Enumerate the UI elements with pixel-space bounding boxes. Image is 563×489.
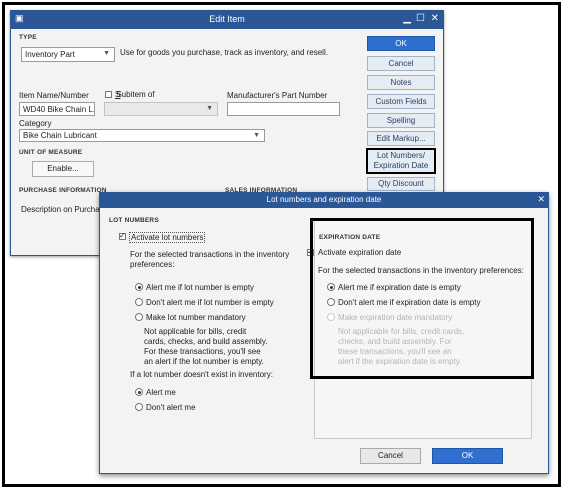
subitem-checkbox[interactable] <box>105 91 112 98</box>
edit-markup-button[interactable]: Edit Markup... <box>367 131 435 146</box>
edit-item-titlebar: ▣ Edit Item ▁ ☐ ✕ <box>11 11 443 29</box>
dialog-close-icon[interactable]: ✕ <box>537 194 545 205</box>
lot-intro-text: For the selected transactions in the inv… <box>130 250 290 269</box>
item-name-label: Item Name/Number <box>19 91 89 100</box>
lot-numbers-label-line2: Expiration Date <box>373 161 429 170</box>
close-icon[interactable]: ✕ <box>431 13 439 24</box>
item-name-field[interactable]: WD40 Bike Chain L... <box>19 102 95 116</box>
type-description: Use for goods you purchase, track as inv… <box>120 48 328 57</box>
manufacturer-part-field[interactable] <box>227 102 340 116</box>
minimize-icon[interactable]: ▁ <box>403 13 411 24</box>
lot-numbers-label-line1: Lot Numbers/ <box>376 151 426 160</box>
lot-numbers-expiration-button[interactable]: Lot Numbers/ Expiration Date <box>366 148 436 174</box>
lot-alert-me-label: Alert me <box>146 388 176 397</box>
lot-section-label: LOT NUMBERS <box>109 217 159 224</box>
enable-uom-button[interactable]: Enable... <box>32 161 94 177</box>
edit-item-title: Edit Item <box>209 14 245 24</box>
manufacturer-part-label: Manufacturer's Part Number <box>227 91 328 100</box>
ok-button[interactable]: OK <box>367 36 435 51</box>
lot-no-alert-label: Don't alert me if lot number is empty <box>146 298 274 307</box>
lot-no-alert-radio[interactable] <box>135 298 143 306</box>
dialog-cancel-button[interactable]: Cancel <box>360 448 421 464</box>
chevron-down-icon: ▼ <box>253 132 260 139</box>
dialog-titlebar: Lot numbers and expiration date ✕ <box>100 193 548 208</box>
subitem-label: SSubitem of <box>115 90 155 99</box>
custom-fields-button[interactable]: Custom Fields <box>367 94 435 109</box>
purchase-description-label: Description on Purchase <box>21 205 109 214</box>
lot-dont-alert-radio[interactable] <box>135 403 143 411</box>
lot-mandatory-note: Not applicable for bills, credit cards, … <box>144 327 268 366</box>
chevron-down-icon: ▼ <box>206 105 213 112</box>
activate-lot-label[interactable]: Activate lot numbers <box>129 232 206 243</box>
category-select[interactable]: Bike Chain Lubricant ▼ <box>19 129 265 142</box>
type-select[interactable]: Inventory Part ▼ <box>21 47 115 62</box>
uom-section-label: UNIT OF MEASURE <box>19 149 83 156</box>
lot-alert-empty-label: Alert me if lot number is empty <box>146 283 255 292</box>
lot-alert-empty-radio[interactable] <box>135 283 143 291</box>
dialog-title: Lot numbers and expiration date <box>266 195 382 204</box>
lot-not-exist-label: If a lot number doesn't exist in invento… <box>130 370 273 379</box>
subitem-select[interactable]: ▼ <box>104 102 218 116</box>
expiration-highlight-box <box>310 218 534 379</box>
purchase-info-label: PURCHASE INFORMATION <box>19 187 107 194</box>
spelling-button[interactable]: Spelling <box>367 113 435 128</box>
lot-mandatory-label: Make lot number mandatory <box>146 313 246 322</box>
type-section-label: TYPE <box>19 34 37 41</box>
maximize-icon[interactable]: ☐ <box>416 13 425 24</box>
cancel-button[interactable]: Cancel <box>367 56 435 71</box>
notes-button[interactable]: Notes <box>367 75 435 90</box>
chevron-down-icon: ▼ <box>103 50 110 57</box>
lot-alert-me-radio[interactable] <box>135 388 143 396</box>
qty-discount-button[interactable]: Qty Discount <box>367 177 435 191</box>
lot-mandatory-radio[interactable] <box>135 313 143 321</box>
category-label: Category <box>19 119 52 128</box>
dialog-ok-button[interactable]: OK <box>432 448 503 464</box>
lot-dont-alert-label: Don't alert me <box>146 403 196 412</box>
activate-lot-checkbox[interactable] <box>119 231 126 240</box>
